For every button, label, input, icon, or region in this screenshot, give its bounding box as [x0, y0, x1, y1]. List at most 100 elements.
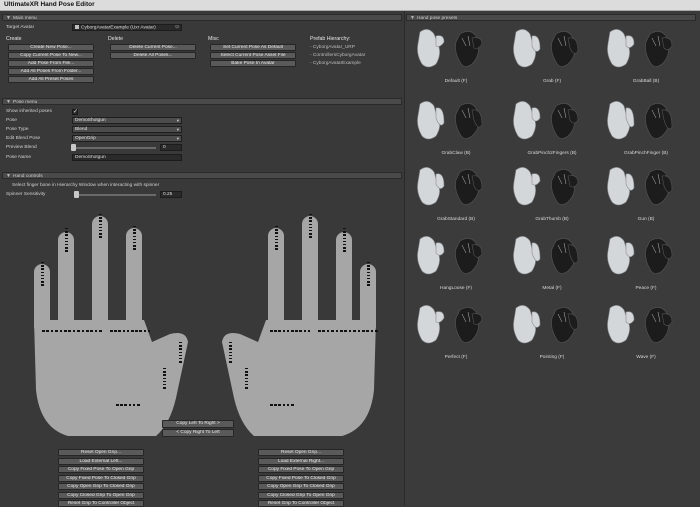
preview-blend-value-field[interactable]: 0 — [160, 144, 182, 151]
bone-marker[interactable] — [178, 348, 182, 350]
bone-marker[interactable] — [375, 330, 378, 332]
bone-marker[interactable] — [274, 330, 277, 332]
bone-marker[interactable] — [340, 330, 343, 332]
misc-button-1[interactable]: Select Current Pose Asset File — [210, 52, 296, 59]
bone-marker[interactable] — [274, 238, 278, 241]
preset-item[interactable]: GrabPinchFinger (B) — [600, 96, 692, 162]
bone-marker[interactable] — [162, 368, 166, 370]
right-hand-action-button-0[interactable]: Reset Open Grip... — [258, 449, 344, 456]
bone-marker[interactable] — [348, 330, 352, 332]
bone-marker[interactable] — [55, 330, 58, 332]
bone-marker[interactable] — [64, 231, 68, 233]
right-hand-action-button-3[interactable]: Copy Fixed Pose To Closed Grip — [258, 474, 344, 482]
bone-marker[interactable] — [307, 330, 311, 332]
bone-marker[interactable] — [274, 235, 278, 237]
left-hand-action-button-3[interactable]: Copy Fixed Pose To Closed Grip — [58, 474, 144, 482]
delete-button-1[interactable]: Delete All Poses... — [110, 52, 196, 59]
bone-marker[interactable] — [318, 330, 321, 332]
bone-marker[interactable] — [178, 342, 182, 344]
prefab-hierarchy-item[interactable]: - CyborgAvatar_URP — [310, 45, 355, 50]
right-hand-action-button-1[interactable]: Load External Right... — [258, 457, 344, 465]
create-button-4[interactable]: Add All Preset Poses — [8, 76, 94, 83]
bone-marker[interactable] — [40, 278, 44, 280]
preset-item[interactable]: Metal (F) — [506, 231, 598, 297]
bone-marker[interactable] — [308, 214, 312, 216]
bone-marker[interactable] — [132, 248, 136, 250]
bone-marker[interactable] — [77, 330, 80, 332]
bone-marker[interactable] — [366, 265, 370, 267]
preset-item[interactable]: GrabStandard (B) — [410, 162, 502, 228]
bone-marker[interactable] — [244, 377, 248, 379]
preview-blend-slider-handle[interactable] — [71, 144, 76, 151]
bone-marker[interactable] — [132, 242, 136, 244]
preset-item[interactable]: GrabPinch2Fingers (B) — [506, 96, 598, 162]
misc-button-0[interactable]: Set Current Pose As Default — [210, 44, 296, 51]
bone-marker[interactable] — [162, 384, 166, 386]
bone-marker[interactable] — [64, 228, 68, 230]
bone-marker[interactable] — [331, 330, 334, 332]
bone-marker[interactable] — [72, 330, 76, 332]
bone-marker[interactable] — [162, 374, 166, 376]
bone-marker[interactable] — [274, 404, 277, 406]
bone-marker[interactable] — [274, 229, 278, 231]
preset-item[interactable]: Perfect (F) — [410, 300, 502, 366]
bone-marker[interactable] — [90, 330, 93, 332]
bone-marker[interactable] — [59, 330, 63, 332]
bone-marker[interactable] — [342, 244, 346, 246]
left-hand-action-button-1[interactable]: Load External Left... — [58, 457, 144, 465]
bone-marker[interactable] — [162, 387, 166, 389]
bone-marker[interactable] — [342, 228, 346, 230]
bone-marker[interactable] — [366, 268, 370, 270]
bone-marker[interactable] — [135, 330, 138, 332]
bone-marker[interactable] — [366, 262, 370, 264]
bone-marker[interactable] — [114, 330, 117, 332]
bone-marker[interactable] — [98, 230, 102, 232]
bone-marker[interactable] — [98, 233, 102, 235]
bone-marker[interactable] — [110, 330, 113, 332]
prefab-hierarchy-item[interactable]: - ControllersCyborgAvatar — [310, 53, 365, 58]
object-picker-icon[interactable]: ⊙ — [175, 25, 179, 30]
bone-marker[interactable] — [282, 330, 286, 332]
bone-marker[interactable] — [322, 330, 325, 332]
bone-marker[interactable] — [342, 247, 346, 249]
bone-marker[interactable] — [308, 233, 312, 235]
spinner-sensitivity-field[interactable]: 0.25 — [160, 191, 182, 198]
create-button-0[interactable]: Create New Pose... — [8, 44, 94, 51]
bone-marker[interactable] — [98, 220, 102, 222]
bone-marker[interactable] — [274, 232, 278, 234]
bone-marker[interactable] — [308, 223, 312, 225]
bone-marker[interactable] — [132, 235, 136, 237]
pose-dropdown[interactable]: DemoShotgun ▾ — [72, 117, 182, 124]
bone-marker[interactable] — [308, 226, 312, 229]
bone-marker[interactable] — [342, 234, 346, 236]
bone-marker[interactable] — [299, 330, 302, 332]
bone-marker[interactable] — [228, 345, 232, 347]
bone-marker[interactable] — [342, 240, 346, 243]
bone-marker[interactable] — [64, 330, 67, 332]
bone-marker[interactable] — [132, 238, 136, 241]
left-hand-action-button-5[interactable]: Copy Closed Grip To Open Grip — [58, 491, 144, 499]
preset-item[interactable]: GrabThumb (B) — [506, 162, 598, 228]
bone-marker[interactable] — [132, 229, 136, 231]
left-hand-action-button-4[interactable]: Copy Open Grip To Closed Grip — [58, 483, 144, 490]
bone-marker[interactable] — [282, 404, 286, 406]
preview-blend-slider-track[interactable] — [72, 147, 156, 149]
preset-item[interactable]: Default (F) — [410, 24, 502, 90]
bone-marker[interactable] — [274, 245, 278, 247]
bone-marker[interactable] — [342, 250, 346, 252]
left-index-finger[interactable] — [126, 228, 142, 334]
edit-blend-pose-dropdown[interactable]: OpenGrip ▾ — [72, 135, 182, 142]
misc-button-2[interactable]: Bake Pose In Avatar — [210, 60, 296, 67]
bone-marker[interactable] — [94, 330, 98, 332]
bone-marker[interactable] — [64, 234, 68, 236]
preset-item[interactable]: HangLoose (F) — [410, 231, 502, 297]
right-hand-action-button-2[interactable]: Copy Fixed Pose To Open Grip — [258, 466, 344, 473]
bone-marker[interactable] — [98, 217, 102, 219]
copy-left-to-right-button[interactable]: Copy Left To Right > — [162, 420, 234, 428]
bone-marker[interactable] — [64, 240, 68, 243]
create-button-2[interactable]: Add Pose From File... — [8, 60, 94, 67]
bone-marker[interactable] — [40, 265, 44, 267]
bone-marker[interactable] — [178, 345, 182, 347]
bone-marker[interactable] — [228, 358, 232, 360]
bone-marker[interactable] — [40, 271, 44, 273]
